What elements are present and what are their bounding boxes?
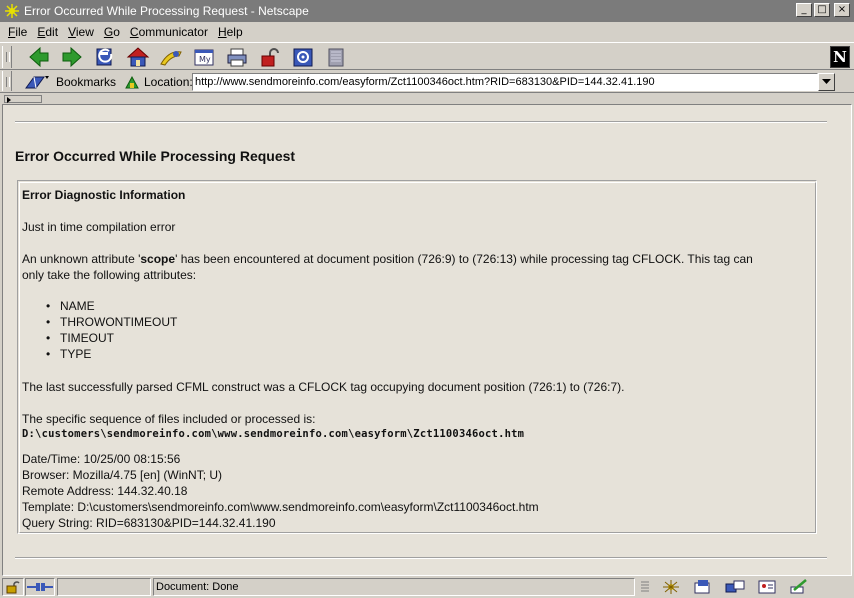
page-content: Error Occurred While Processing Request … (2, 104, 852, 576)
menu-edit-label: dit (45, 25, 59, 39)
last-parsed-text: The last successfully parsed CFML constr… (22, 380, 625, 394)
unknown-attribute-prefix: An unknown attribute ' (22, 252, 141, 266)
menu-communicator-mnemonic: C (129, 25, 139, 39)
bullet-icon: • (46, 347, 51, 361)
page-title: Error Occurred While Processing Request (15, 148, 296, 164)
toolbar-grip[interactable] (2, 46, 12, 68)
bullet-icon: • (46, 315, 51, 329)
close-button[interactable]: × (834, 3, 850, 17)
menu-view-mnemonic: V (68, 25, 76, 39)
jit-error-text: Just in time compilation error (22, 220, 176, 234)
menu-communicator[interactable]: Communicator (130, 25, 208, 39)
security-status-cell[interactable] (2, 578, 24, 596)
bookmarks-label: Bookmarks (56, 75, 117, 89)
unlocked-padlock-icon (6, 581, 20, 594)
menu-view-label: iew (75, 25, 94, 39)
list-item: • THROWONTIMEOUT (46, 314, 177, 330)
bookmarks-icon (25, 76, 49, 89)
chevron-down-icon (822, 79, 831, 84)
online-plug-icon (27, 583, 53, 591)
menu-help-label: elp (226, 25, 243, 39)
remote-address-text: Remote Address: 144.32.40.18 (22, 484, 188, 498)
menu-communicator-label: ommunicator (138, 25, 208, 39)
top-divider (15, 121, 827, 123)
location-url-input[interactable]: http://www.sendmoreinfo.com/easyform/Zct… (192, 73, 818, 91)
status-text: Document: Done (156, 581, 239, 593)
unknown-attribute-text: An unknown attribute 'scope' has been en… (22, 251, 753, 267)
menu-view[interactable]: View (68, 25, 94, 39)
collapsed-toolbar-tab[interactable] (4, 95, 42, 103)
menu-file[interactable]: File (8, 25, 27, 39)
collapsed-toolbar-strip (0, 94, 854, 104)
browser-text: Browser: Mozilla/4.75 [en] (WinNT; U) (22, 468, 223, 482)
composer-icon[interactable] (788, 579, 810, 595)
location-dropdown-button[interactable] (818, 73, 835, 91)
location-toolbar: Bookmarks Location: http://www.sendmorei… (0, 71, 854, 93)
location-page-icon[interactable] (124, 74, 140, 90)
maximize-button[interactable]: □ (814, 3, 830, 17)
list-item: • NAME (46, 298, 177, 314)
sequence-label: The specific sequence of files included … (22, 412, 316, 426)
home-icon[interactable] (121, 45, 154, 69)
title-bar: Error Occurred While Processing Request … (0, 0, 854, 22)
print-icon[interactable] (220, 45, 253, 69)
netscape-logo[interactable]: N (830, 46, 850, 68)
attribute-name: TYPE (60, 347, 92, 361)
mail-icon[interactable] (692, 579, 714, 595)
window-title: Error Occurred While Processing Request … (24, 4, 309, 18)
connection-status-cell[interactable] (25, 578, 55, 596)
menu-go[interactable]: Go (104, 25, 120, 39)
diagnostic-box: Error Diagnostic Information Just in tim… (17, 180, 817, 534)
menu-help-mnemonic: H (217, 25, 227, 39)
netscape-app-icon[interactable] (4, 3, 20, 19)
component-bar (640, 579, 810, 595)
menu-bar: File Edit View Go Communicator Help (0, 22, 854, 42)
datetime-text: Date/Time: 10/25/00 08:15:56 (22, 452, 181, 466)
search-icon[interactable] (154, 45, 187, 69)
attribute-name: NAME (60, 299, 95, 313)
reload-icon[interactable] (88, 45, 121, 69)
navigation-toolbar: My N (0, 42, 854, 70)
component-bar-grip[interactable] (640, 579, 650, 595)
unknown-attribute-suffix: ' has been encountered at document posit… (175, 252, 753, 266)
my-netscape-label: My (199, 55, 211, 64)
attribute-name: THROWONTIMEOUT (60, 315, 178, 329)
menu-go-mnemonic: G (103, 25, 114, 39)
diagnostic-heading: Error Diagnostic Information (22, 188, 186, 202)
sequence-path: D:\customers\sendmoreinfo.com\www.sendmo… (22, 428, 525, 440)
location-label-group: Location: (124, 72, 193, 92)
menu-go-label: o (113, 25, 120, 39)
menu-help[interactable]: Help (218, 25, 243, 39)
template-text: Template: D:\customers\sendmoreinfo.com\… (22, 500, 539, 514)
location-toolbar-grip[interactable] (2, 71, 12, 91)
location-label: Location: (144, 75, 193, 89)
stop-icon[interactable] (319, 45, 352, 69)
menu-file-label: ile (15, 25, 28, 39)
shop-icon[interactable] (286, 45, 319, 69)
my-netscape-icon[interactable]: My (187, 45, 220, 69)
security-icon[interactable] (253, 45, 286, 69)
bullet-icon: • (46, 331, 51, 345)
unknown-attribute-name: scope (140, 252, 176, 266)
back-icon[interactable] (22, 45, 55, 69)
attribute-name: TIMEOUT (60, 331, 114, 345)
list-item: • TYPE (46, 346, 177, 362)
status-bar: Document: Done (0, 576, 854, 598)
address-book-icon[interactable] (756, 579, 778, 595)
bullet-icon: • (46, 299, 51, 313)
list-item: • TIMEOUT (46, 330, 177, 346)
progress-cell (57, 578, 151, 596)
menu-edit[interactable]: Edit (37, 25, 58, 39)
unknown-attribute-line2: only take the following attributes: (22, 268, 197, 282)
query-string-text: Query String: RID=683130&PID=144.32.41.1… (22, 516, 276, 530)
forward-icon[interactable] (55, 45, 88, 69)
bottom-divider (15, 557, 827, 559)
navigator-icon[interactable] (660, 579, 682, 595)
allowed-attributes-list: • NAME • THROWONTIMEOUT • TIMEOUT • TYPE (46, 298, 177, 362)
bookmarks-button[interactable]: Bookmarks (24, 72, 116, 92)
minimize-button[interactable]: _ (796, 3, 812, 17)
discussion-groups-icon[interactable] (724, 579, 746, 595)
status-text-cell: Document: Done (153, 578, 635, 596)
